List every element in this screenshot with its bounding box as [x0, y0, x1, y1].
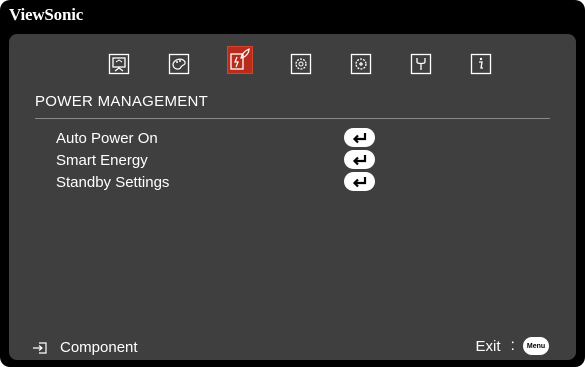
picture-palette-icon	[168, 53, 190, 75]
power-management-icon	[229, 48, 251, 72]
tab-basic[interactable]	[289, 52, 313, 76]
section-divider	[35, 118, 550, 119]
brand-logo: ViewSonic	[9, 5, 84, 24]
menu-item-standby-settings[interactable]: Standby Settings	[56, 172, 396, 195]
tab-power-management[interactable]	[227, 46, 253, 74]
display-icon	[108, 53, 130, 75]
tab-advanced[interactable]	[349, 52, 373, 76]
section-title: POWER MANAGEMENT	[35, 93, 209, 110]
system-icon	[410, 53, 432, 75]
enter-icon[interactable]	[344, 172, 375, 191]
tab-information[interactable]	[469, 52, 493, 76]
osd-window: ViewSonic POWER MANAGEMENT Auto Power On…	[0, 0, 585, 367]
exit-hint: Exit : Menu	[476, 337, 549, 355]
tab-picture[interactable]	[167, 52, 191, 76]
menu-item-auto-power-on[interactable]: Auto Power On	[56, 128, 396, 151]
input-source-label: Component	[60, 339, 138, 356]
information-icon	[470, 53, 492, 75]
menu-item-label: Smart Energy	[56, 152, 148, 169]
menu-panel: POWER MANAGEMENT Auto Power On Smart Ene…	[9, 34, 576, 360]
exit-label: Exit	[475, 337, 501, 355]
menu-key-button[interactable]: Menu	[523, 337, 549, 355]
menu-item-smart-energy[interactable]: Smart Energy	[56, 150, 396, 173]
enter-icon[interactable]	[344, 128, 375, 147]
basic-settings-icon	[290, 53, 312, 75]
advanced-settings-icon	[350, 53, 372, 75]
tab-display[interactable]	[107, 52, 131, 76]
menu-list: Auto Power On Smart Energy Standby Setti…	[56, 128, 396, 195]
menu-item-label: Standby Settings	[56, 174, 170, 191]
category-tabs	[107, 46, 493, 76]
exit-separator: :	[510, 337, 515, 354]
menu-item-label: Auto Power On	[56, 130, 158, 147]
input-source-icon	[32, 341, 48, 355]
enter-icon[interactable]	[344, 150, 375, 169]
input-source: Component	[32, 339, 138, 356]
tab-system[interactable]	[409, 52, 433, 76]
